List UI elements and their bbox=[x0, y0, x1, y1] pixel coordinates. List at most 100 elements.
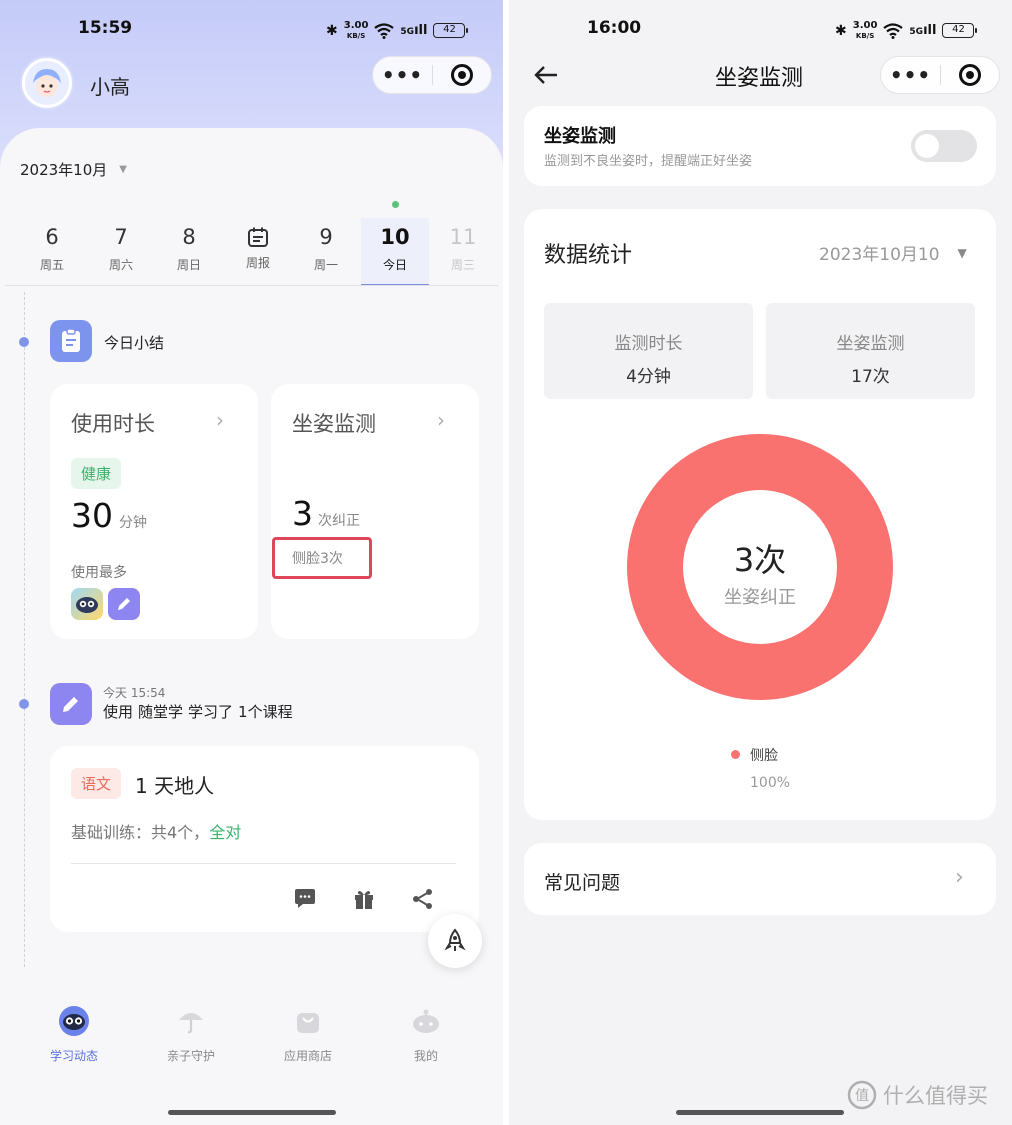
wifi-icon bbox=[374, 22, 395, 39]
avatar[interactable] bbox=[22, 58, 72, 108]
duration-stat: 监测时长 4分钟 bbox=[544, 303, 753, 399]
legend-percent: 100% bbox=[750, 775, 791, 791]
date-label: 2023年10月10 bbox=[819, 245, 940, 265]
month-label: 2023年10月 bbox=[20, 161, 108, 179]
share-icon[interactable] bbox=[411, 888, 435, 910]
usage-unit: 分钟 bbox=[119, 515, 147, 531]
highlight-box bbox=[272, 537, 372, 579]
posture-toggle[interactable] bbox=[911, 130, 977, 162]
miniprogram-capsule: ••• bbox=[880, 56, 1000, 94]
wifi-icon bbox=[883, 22, 904, 39]
divider bbox=[71, 863, 456, 864]
more-button[interactable]: ••• bbox=[373, 65, 432, 85]
activity-icon bbox=[50, 683, 92, 725]
lesson-title: 1 天地人 bbox=[135, 774, 215, 798]
umbrella-icon bbox=[179, 1013, 203, 1034]
weekly-report-item[interactable]: 周报 bbox=[224, 218, 292, 286]
posture-card[interactable]: 坐姿监测 › 3 次纠正 侧脸3次 bbox=[271, 384, 479, 639]
timeline-dot bbox=[19, 337, 29, 347]
lesson-card[interactable]: 语文 1 天地人 基础训练：共4个，全对 bbox=[50, 746, 479, 932]
status-icons: ✱ 3.00 KB/S 5Gıll 42 bbox=[326, 20, 469, 41]
back-arrow-icon[interactable] bbox=[533, 64, 559, 86]
miniprogram-capsule: ••• bbox=[372, 56, 492, 94]
usage-value: 30 bbox=[71, 496, 113, 535]
shopping-bag-icon bbox=[297, 1013, 319, 1033]
day-item[interactable]: 9 周一 bbox=[292, 218, 360, 286]
posture-count-stat: 坐姿监测 17次 bbox=[766, 303, 975, 399]
activity-time: 今天 15:54 bbox=[103, 686, 166, 700]
usage-card[interactable]: 使用时长 › 健康 30 分钟 使用最多 bbox=[50, 384, 258, 639]
faq-label: 常见问题 bbox=[544, 872, 621, 894]
day-item-today[interactable]: 10 今日 bbox=[361, 218, 429, 286]
nav-app-store[interactable]: 应用商店 bbox=[258, 1005, 358, 1064]
donut-center-value: 3次 bbox=[733, 541, 787, 579]
legend-label: 侧脸 bbox=[750, 748, 778, 764]
faq-row[interactable]: 常见问题 › bbox=[524, 843, 996, 915]
home-indicator bbox=[168, 1110, 336, 1115]
result-text: 全对 bbox=[209, 823, 242, 842]
health-tag: 健康 bbox=[71, 458, 122, 489]
today-indicator-dot bbox=[392, 201, 399, 208]
summary-title: 今日小结 bbox=[104, 334, 165, 352]
posture-setting-card: 坐姿监测 监测到不良坐姿时，提醒端正好坐姿 bbox=[524, 106, 996, 186]
battery-icon: 42 bbox=[942, 23, 978, 38]
signal-icon: 5Gıll bbox=[909, 23, 937, 38]
network-speed: 3.00 KB/S bbox=[343, 20, 369, 41]
date-selector[interactable]: 2023年10月10 ▼ bbox=[819, 240, 967, 265]
status-icons: ✱ 3.00 KB/S 5Gıll 42 bbox=[835, 20, 978, 41]
user-name: 小高 bbox=[90, 75, 130, 99]
legend-swatch bbox=[731, 750, 740, 759]
subject-tag: 语文 bbox=[71, 768, 122, 799]
owl-icon bbox=[59, 1006, 89, 1036]
battery-icon: 42 bbox=[433, 23, 469, 38]
month-selector[interactable]: 2023年10月 ▼ bbox=[20, 159, 127, 180]
usage-card-title: 使用时长 bbox=[71, 412, 155, 436]
home-indicator bbox=[676, 1110, 844, 1115]
caret-down-icon: ▼ bbox=[119, 164, 127, 175]
chevron-right-icon: › bbox=[437, 408, 445, 432]
bluetooth-icon: ✱ bbox=[835, 22, 847, 39]
caret-down-icon: ▼ bbox=[957, 245, 967, 260]
close-miniprogram-button[interactable] bbox=[941, 64, 999, 86]
floating-action-button[interactable] bbox=[428, 914, 482, 968]
learning-activity-screen: 15:59 ✱ 3.00 KB/S 5Gıll 42 小高 ••• 2023年10… bbox=[0, 0, 503, 1125]
calendar-icon bbox=[248, 227, 268, 247]
nav-learning[interactable]: 学习动态 bbox=[24, 1005, 124, 1064]
chevron-right-icon: › bbox=[955, 865, 964, 890]
child-avatar-icon bbox=[25, 61, 69, 105]
bluetooth-icon: ✱ bbox=[326, 22, 338, 39]
svg-text:值: 值 bbox=[855, 1088, 869, 1104]
app-icon-owl bbox=[71, 588, 103, 620]
nav-mine[interactable]: 我的 bbox=[376, 1005, 476, 1064]
target-icon bbox=[450, 64, 473, 86]
comment-icon[interactable] bbox=[293, 888, 317, 910]
watermark: 值 什么值得买 bbox=[847, 1080, 988, 1110]
posture-unit: 次纠正 bbox=[318, 513, 360, 529]
stats-card: 数据统计 2023年10月10 ▼ 监测时长 4分钟 坐姿监测 17次 3次 坐… bbox=[524, 209, 996, 820]
chevron-right-icon: › bbox=[216, 408, 224, 432]
posture-value: 3 bbox=[292, 494, 313, 533]
posture-card-title: 坐姿监测 bbox=[292, 412, 376, 436]
day-item[interactable]: 7 周六 bbox=[87, 218, 155, 286]
nav-parental[interactable]: 亲子守护 bbox=[141, 1005, 241, 1064]
donut-center-label: 坐姿纠正 bbox=[724, 587, 796, 608]
gift-icon[interactable] bbox=[352, 887, 376, 911]
day-item[interactable]: 6 周五 bbox=[18, 218, 86, 286]
signal-icon: 5Gıll bbox=[400, 23, 428, 38]
app-icon-pencil bbox=[108, 588, 140, 620]
most-used-label: 使用最多 bbox=[71, 565, 127, 581]
lesson-summary: 基础训练：共4个，全对 bbox=[71, 823, 242, 842]
target-icon bbox=[958, 64, 981, 86]
rocket-icon bbox=[444, 928, 466, 951]
timeline-dot bbox=[19, 699, 29, 709]
clipboard-icon bbox=[62, 328, 80, 352]
close-miniprogram-button[interactable] bbox=[433, 64, 491, 86]
more-button[interactable]: ••• bbox=[881, 65, 940, 85]
status-time: 16:00 bbox=[587, 18, 642, 38]
day-item[interactable]: 8 周日 bbox=[155, 218, 223, 286]
pencil-icon bbox=[63, 697, 78, 712]
network-speed: 3.00 KB/S bbox=[852, 20, 878, 41]
summary-icon bbox=[50, 320, 92, 362]
setting-title: 坐姿监测 bbox=[544, 126, 616, 147]
page-title: 坐姿监测 bbox=[714, 66, 803, 91]
